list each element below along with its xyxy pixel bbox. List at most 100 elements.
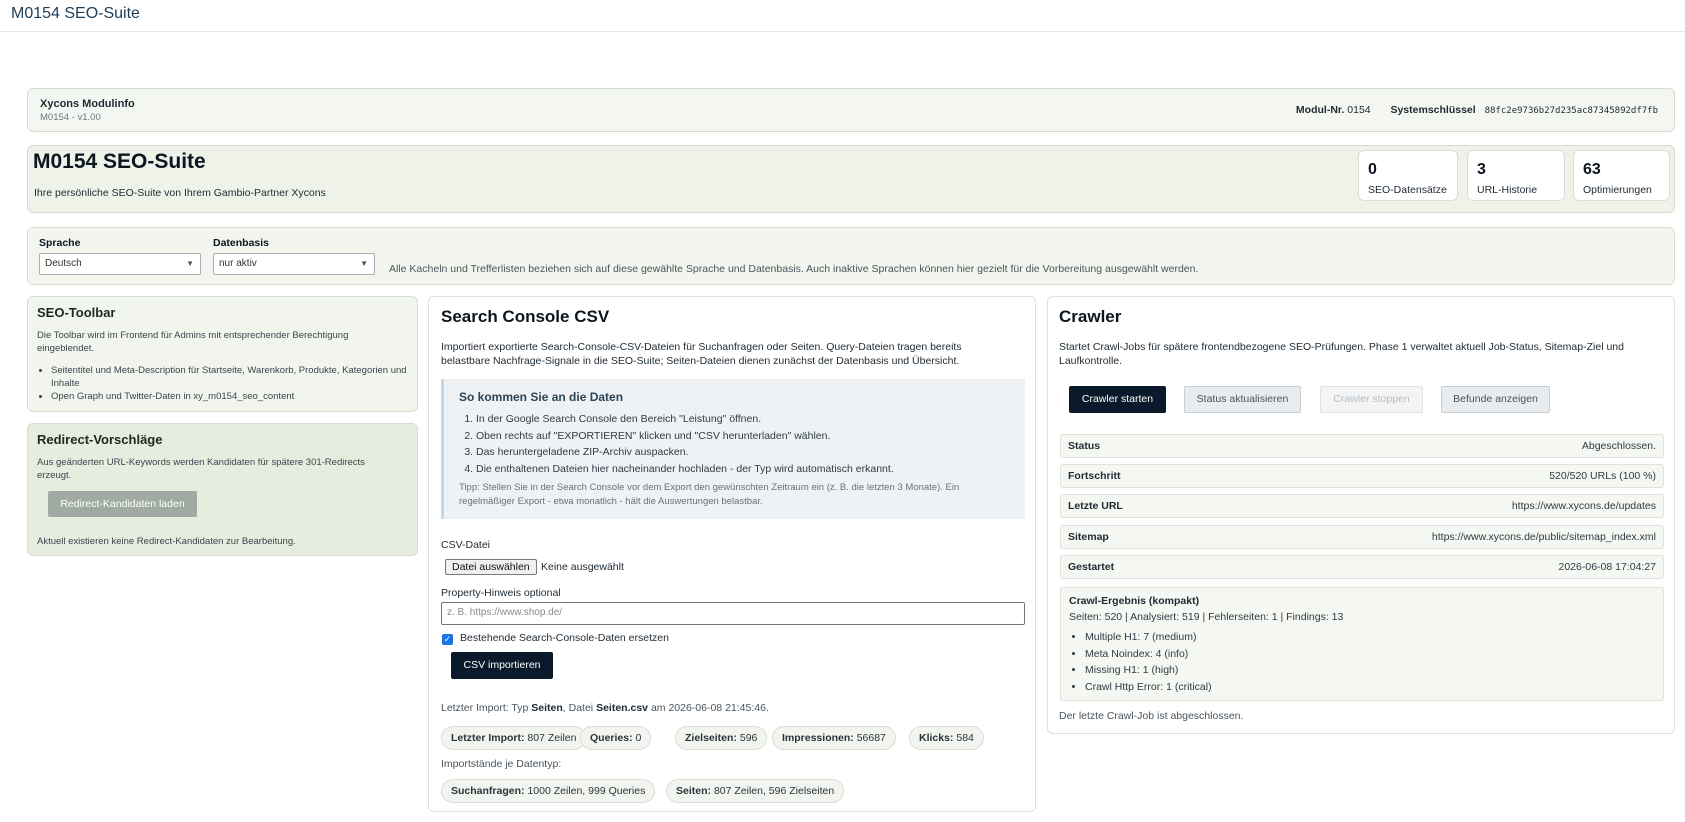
by-type-label: Importstände je Datentyp: (441, 758, 562, 770)
pill-value: 584 (956, 732, 974, 744)
search-console-title: Search Console CSV (441, 307, 610, 326)
seo-toolbar-panel: SEO-Toolbar Die Toolbar wird im Frontend… (27, 296, 418, 412)
type-pill: Seiten: 807 Zeilen, 596 Zielseiten (666, 779, 845, 803)
list-item: Seitentitel und Meta-Description für Sta… (51, 364, 407, 390)
csv-file-label: CSV-Datei (441, 539, 491, 551)
module-nr-label: Modul-Nr. (1295, 104, 1345, 116)
pill-label: Impressionen: (782, 732, 854, 744)
system-key: 88fc2e9736b27d235ac87345892df7fb (1484, 106, 1658, 116)
last-import-text: Letzter Import: Typ Seiten, Datei Seiten… (441, 702, 769, 714)
crawler-row-last-url: Letzte URL https://www.xycons.de/updates (1060, 494, 1664, 518)
list-item: Meta Noindex: 4 (info) (1085, 646, 1212, 663)
system-key-label: Systemschlüssel (1390, 104, 1476, 116)
howto-box: So kommen Sie an die Daten In der Google… (441, 379, 1025, 519)
howto-tip: Tipp: Stellen Sie in der Search Console … (459, 482, 960, 507)
crawler-row-started: Gestartet 2026-06-08 17:04:27 (1060, 555, 1664, 579)
database-value: nur aktiv (219, 258, 257, 269)
load-redirect-candidates-button[interactable]: Redirect-Kandidaten laden (48, 491, 197, 517)
stat-seo-records: 0 SEO-Datensätze (1358, 150, 1458, 201)
app-title: M0154 SEO-Suite (11, 5, 140, 22)
last-import-mid: , Datei (562, 702, 594, 714)
list-item: Open Graph und Twitter-Daten in xy_m0154… (51, 390, 407, 403)
filter-bar: Sprache Deutsch ▼ Datenbasis nur aktiv ▼… (27, 227, 1675, 285)
pill-value: 807 Zeilen, 596 Zielseiten (713, 785, 835, 797)
row-value: 520/520 URLs (100 %) (1549, 470, 1656, 482)
stat-url-history: 3 URL-Historie (1467, 150, 1565, 201)
list-item: Multiple H1: 7 (medium) (1085, 629, 1212, 646)
pill-value: 56687 (856, 732, 886, 744)
search-console-card: Search Console CSV Importiert exportiert… (428, 296, 1036, 812)
crawler-row-sitemap: Sitemap https://www.xycons.de/public/site… (1060, 525, 1664, 549)
list-item: Crawl Http Error: 1 (critical) (1085, 679, 1212, 696)
stat-pill: Letzter Import: 807 Zeilen (441, 726, 587, 750)
choose-file-button[interactable]: Datei auswählen (445, 559, 537, 575)
pill-value: 0 (635, 732, 642, 744)
crawler-title: Crawler (1059, 307, 1122, 326)
list-item: In der Google Search Console den Bereich… (476, 411, 894, 428)
crawler-row-status: Status Abgeschlossen. (1060, 434, 1664, 458)
module-meta: Modul-Nr. 0154 Systemschlüssel 88fc2e973… (1296, 104, 1658, 116)
last-import-file: Seiten.csv (596, 702, 649, 714)
pill-value: 596 (739, 732, 758, 744)
redirect-title: Redirect-Vorschläge (37, 432, 163, 447)
row-key: Letzte URL (1068, 500, 1123, 512)
seo-toolbar-text: Die Toolbar wird im Frontend für Admins … (37, 330, 349, 354)
stat-label: Optimierungen (1583, 184, 1652, 196)
top-bar: M0154 SEO-Suite (0, 0, 1685, 32)
status-refresh-button[interactable]: Status aktualisieren (1184, 386, 1301, 413)
database-label: Datenbasis (213, 237, 270, 249)
crawl-result-summary: Seiten: 520 | Analysiert: 519 | Fehlerse… (1069, 611, 1344, 623)
crawler-row-progress: Fortschritt 520/520 URLs (100 %) (1060, 464, 1664, 488)
language-label: Sprache (39, 237, 81, 249)
pill-label: Letzter Import: (451, 732, 525, 744)
seo-toolbar-title: SEO-Toolbar (37, 305, 116, 320)
redirect-text: Aus geänderten URL-Keywords werden Kandi… (37, 457, 365, 481)
pill-label: Seiten: (676, 785, 712, 797)
stat-value: 3 (1477, 161, 1486, 178)
database-select[interactable]: nur aktiv ▼ (213, 253, 375, 275)
search-console-intro: Importiert exportierte Search-Console-CS… (441, 341, 962, 367)
crawler-start-button[interactable]: Crawler starten (1069, 386, 1166, 413)
crawl-result-box: Crawl-Ergebnis (kompakt) Seiten: 520 | A… (1060, 587, 1664, 701)
stat-label: SEO-Datensätze (1368, 184, 1447, 196)
stat-value: 0 (1368, 161, 1377, 178)
last-import-type: Seiten (531, 702, 563, 714)
list-item: Missing H1: 1 (high) (1085, 662, 1212, 679)
language-value: Deutsch (45, 258, 82, 269)
row-value: https://www.xycons.de/public/sitemap_ind… (1431, 531, 1656, 543)
module-info-bar: Xycons Modulinfo M0154 - v1.00 Modul-Nr.… (27, 88, 1675, 132)
stat-pill: Klicks: 584 (909, 726, 984, 750)
pill-label: Klicks: (919, 732, 954, 744)
replace-data-label: Bestehende Search-Console-Daten ersetzen (460, 632, 669, 644)
row-key: Status (1068, 440, 1101, 452)
stat-label: URL-Historie (1477, 184, 1538, 196)
language-select[interactable]: Deutsch ▼ (39, 253, 201, 275)
row-key: Fortschritt (1068, 470, 1121, 482)
pill-label: Suchanfragen: (451, 785, 525, 797)
last-import-pre: Letzter Import: Typ (441, 702, 529, 714)
crawler-stop-button[interactable]: Crawler stoppen (1320, 386, 1423, 413)
row-value: Abgeschlossen. (1581, 440, 1656, 452)
page-title: M0154 SEO-Suite (33, 150, 206, 173)
crawl-result-list: Multiple H1: 7 (medium) Meta Noindex: 4 … (1085, 629, 1212, 695)
file-none-text: Keine ausgewählt (541, 561, 624, 573)
property-input[interactable]: z. B. https://www.shop.de/ (441, 602, 1025, 625)
redirect-panel: Redirect-Vorschläge Aus geänderten URL-K… (27, 423, 418, 556)
crawler-intro: Startet Crawl-Jobs für spätere frontendb… (1059, 341, 1624, 367)
row-value: 2026-06-08 17:04:27 (1558, 561, 1657, 573)
row-value: https://www.xycons.de/updates (1511, 500, 1656, 512)
redirect-empty-text: Aktuell existieren keine Redirect-Kandid… (37, 536, 296, 547)
replace-data-checkbox[interactable]: ✓ (442, 634, 453, 645)
pill-label: Zielseiten: (685, 732, 737, 744)
pill-value: 1000 Zeilen, 999 Queries (527, 785, 646, 797)
module-nr: 0154 (1347, 104, 1371, 116)
stat-pill: Impressionen: 56687 (772, 726, 896, 750)
import-csv-button[interactable]: CSV importieren (451, 652, 553, 679)
type-pill: Suchanfragen: 1000 Zeilen, 999 Queries (441, 779, 656, 803)
module-info-name: Xycons Modulinfo (40, 98, 135, 110)
stat-pill: Zielseiten: 596 (675, 726, 768, 750)
show-findings-button[interactable]: Befunde anzeigen (1441, 386, 1550, 413)
list-item: Oben rechts auf "EXPORTIEREN" klicken un… (476, 428, 894, 445)
seo-toolbar-list: Seitentitel und Meta-Description für Sta… (37, 364, 407, 403)
howto-title: So kommen Sie an die Daten (459, 390, 624, 404)
